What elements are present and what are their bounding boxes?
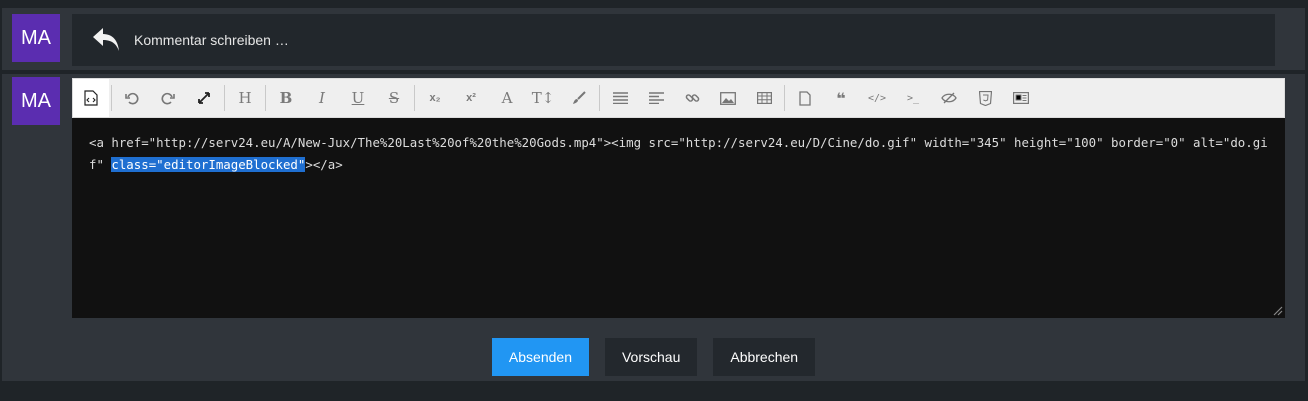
strikethrough-icon[interactable]: S (376, 79, 412, 117)
font-size-glyph: T↕ (531, 89, 555, 107)
avatar: MA (12, 77, 60, 125)
selected-text: class="editorImageBlocked" (111, 157, 306, 172)
strikethrough-glyph: S (388, 89, 400, 107)
superscript-glyph: x² (466, 92, 476, 104)
subscript-glyph: x₂ (429, 92, 441, 104)
font-size-icon[interactable]: T↕ (525, 79, 561, 117)
terminal-icon[interactable]: >_ (895, 79, 931, 117)
media-icon[interactable] (1003, 79, 1039, 117)
align-icon[interactable] (638, 79, 674, 117)
source-code-icon[interactable] (73, 79, 109, 117)
write-comment-bar[interactable]: Kommentar schreiben … (72, 14, 1275, 66)
page-icon[interactable] (787, 79, 823, 117)
write-comment-label: Kommentar schreiben … (134, 32, 289, 48)
link-icon[interactable] (674, 79, 710, 117)
editor-toolbar: H B I U Sx₂ x² A T↕ ❝ </> >_ (72, 78, 1285, 118)
resize-handle-icon[interactable] (1271, 304, 1283, 316)
superscript-icon[interactable]: x² (453, 79, 489, 117)
submit-button[interactable]: Absenden (491, 338, 589, 376)
toolbar-separator (784, 85, 785, 111)
toolbar-separator (111, 85, 112, 111)
italic-glyph: I (319, 89, 325, 107)
undo-icon[interactable] (114, 79, 150, 117)
list-icon[interactable] (602, 79, 638, 117)
heading-glyph: H (238, 89, 252, 107)
toolbar-separator (414, 85, 415, 111)
italic-icon[interactable]: I (304, 79, 340, 117)
code-glyph: </> (867, 92, 887, 104)
source-textarea[interactable]: <a href="http://serv24.eu/A/New-Jux/The%… (72, 118, 1285, 318)
reply-icon (90, 25, 124, 55)
underline-icon[interactable]: U (340, 79, 376, 117)
heading-icon[interactable]: H (227, 79, 263, 117)
code-icon[interactable]: </> (859, 79, 895, 117)
html-icon[interactable] (967, 79, 1003, 117)
fullscreen-icon[interactable] (186, 79, 222, 117)
image-icon[interactable] (710, 79, 746, 117)
redo-icon[interactable] (150, 79, 186, 117)
editor-row: MA H B I U Sx₂ x² A T↕ ❝ </> >_ <a href="http://se… (2, 74, 1305, 381)
font-glyph: A (501, 89, 513, 107)
underline-glyph: U (351, 89, 365, 107)
editor: H B I U Sx₂ x² A T↕ ❝ </> >_ <a href="http://serv2… (72, 78, 1285, 318)
table-icon[interactable] (746, 79, 782, 117)
toolbar-separator (265, 85, 266, 111)
bold-icon[interactable]: B (268, 79, 304, 117)
source-text-end: ></a> (305, 157, 343, 172)
bold-glyph: B (279, 89, 293, 107)
quote-icon[interactable]: ❝ (823, 79, 859, 117)
comment-row: MA Kommentar schreiben … (2, 8, 1305, 70)
spoiler-icon[interactable] (931, 79, 967, 117)
quote-glyph: ❝ (836, 88, 846, 108)
toolbar-separator (599, 85, 600, 111)
toolbar-separator (224, 85, 225, 111)
subscript-icon[interactable]: x₂ (417, 79, 453, 117)
font-icon[interactable]: A (489, 79, 525, 117)
preview-button[interactable]: Vorschau (604, 338, 698, 376)
action-buttons: Absenden Vorschau Abbrechen (2, 338, 1305, 376)
avatar: MA (12, 14, 60, 62)
terminal-glyph: >_ (906, 92, 920, 104)
paint-brush-icon[interactable] (561, 79, 597, 117)
cancel-button[interactable]: Abbrechen (713, 338, 816, 376)
